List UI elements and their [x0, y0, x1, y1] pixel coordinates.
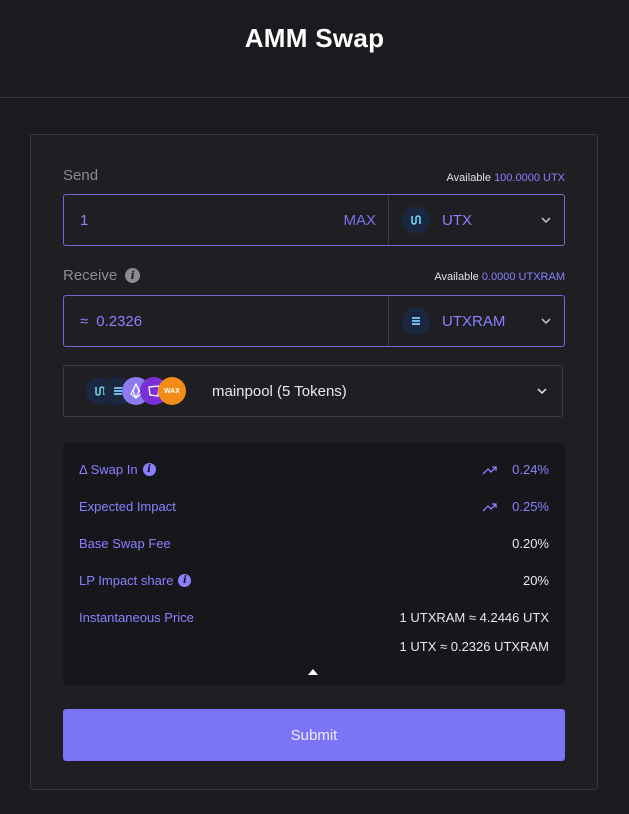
expected-impact-label: Expected Impact — [79, 499, 176, 514]
price-label: Instantaneous Price — [79, 610, 194, 625]
lp-impact-row: LP Impact share i 20% — [79, 573, 549, 588]
send-amount-input[interactable]: 1 MAX — [64, 195, 388, 245]
swap-card: Send Available 100.0000 UTX 1 MAX UTX Re… — [30, 134, 598, 790]
price-row: Instantaneous Price 1 UTXRAM ≈ 4.2446 UT… — [79, 610, 549, 625]
receive-token-name: UTXRAM — [442, 312, 506, 330]
pool-name: mainpool (5 Tokens) — [212, 382, 347, 400]
chevron-down-icon — [541, 318, 551, 325]
max-button[interactable]: MAX — [343, 212, 376, 229]
info-icon[interactable]: i — [125, 268, 141, 283]
approx-symbol: ≈ — [80, 312, 89, 330]
pool-select[interactable]: WAX mainpool (5 Tokens) — [63, 365, 563, 417]
receive-token-select[interactable]: UTXRAM — [388, 296, 564, 346]
send-token-select[interactable]: UTX — [388, 195, 564, 245]
expected-impact-value: 0.25% — [512, 499, 549, 514]
swap-details-panel: Δ Swap In i 0.24% Expected Impact 0.25% … — [63, 443, 565, 685]
info-icon[interactable]: i — [178, 574, 192, 587]
lp-impact-label: LP Impact share — [79, 573, 174, 588]
receive-label: Receive — [63, 267, 118, 284]
receive-amount-output: ≈ 0.2326 — [64, 296, 388, 346]
base-fee-value: 0.20% — [512, 536, 549, 551]
receive-label-wrap: Receive i — [63, 267, 141, 284]
utx-token-icon — [402, 206, 430, 234]
price-line-1: 1 UTXRAM ≈ 4.2446 UTX — [399, 610, 549, 625]
collapse-arrow-icon[interactable] — [308, 669, 318, 675]
receive-available-amount: 0.0000 UTXRAM — [481, 270, 565, 283]
send-token-name: UTX — [442, 211, 472, 229]
price-line-2: 1 UTX ≈ 0.2326 UTXRAM — [399, 639, 549, 654]
swap-in-row: Δ Swap In i 0.24% — [79, 462, 549, 477]
send-available-amount: 100.0000 UTX — [494, 171, 565, 184]
receive-available: Available 0.0000 UTXRAM — [434, 270, 565, 283]
base-fee-label: Base Swap Fee — [79, 536, 171, 551]
base-fee-row: Base Swap Fee 0.20% — [79, 536, 549, 551]
swap-in-value: 0.24% — [512, 462, 549, 477]
send-amount-value[interactable]: 1 — [80, 212, 343, 229]
page-title: AMM Swap — [244, 23, 385, 53]
utxram-token-icon — [402, 307, 430, 335]
chevron-down-icon — [537, 388, 547, 395]
send-label-row: Send Available 100.0000 UTX — [63, 167, 565, 184]
info-icon[interactable]: i — [142, 463, 156, 476]
price-row-2: 1 UTX ≈ 0.2326 UTXRAM — [79, 639, 549, 654]
receive-amount-value: 0.2326 — [96, 312, 143, 330]
trend-up-icon — [482, 465, 497, 474]
send-field: 1 MAX UTX — [63, 194, 565, 246]
swap-in-label: Δ Swap In — [79, 462, 138, 477]
wax-icon: WAX — [158, 377, 186, 405]
send-available: Available 100.0000 UTX — [446, 171, 565, 184]
receive-field: ≈ 0.2326 UTXRAM — [63, 295, 565, 347]
send-label: Send — [63, 167, 99, 184]
trend-up-icon — [482, 502, 497, 511]
receive-label-row: Receive i Available 0.0000 UTXRAM — [63, 267, 565, 284]
expected-impact-row: Expected Impact 0.25% — [79, 499, 549, 514]
chevron-down-icon — [541, 217, 551, 224]
page-header: AMM Swap — [0, 0, 629, 98]
lp-impact-value: 20% — [522, 573, 549, 588]
pool-token-icons: WAX — [86, 376, 186, 406]
submit-button[interactable]: Submit — [63, 709, 565, 761]
